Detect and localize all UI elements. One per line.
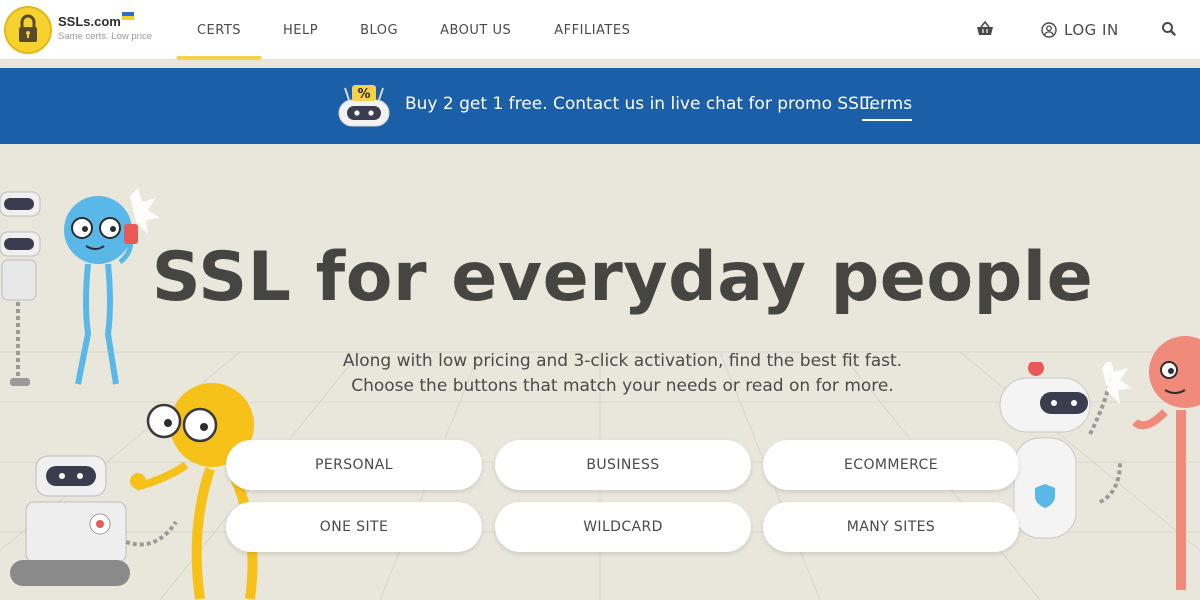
hero-subtitle-line-1: Along with low pricing and 3-click activ… — [342, 351, 903, 371]
many-sites-button[interactable]: MANY SITES — [763, 502, 1019, 552]
svg-text:%: % — [357, 87, 370, 102]
red-character-illustration — [1132, 336, 1200, 590]
user-icon — [1041, 22, 1057, 38]
percent-robot-icon: % — [335, 82, 393, 130]
nav-item-help[interactable]: HELP — [283, 0, 318, 60]
site-header: SSLs.com Same certs. Low price CERTS HEL… — [0, 0, 1200, 60]
wildcard-button[interactable]: WILDCARD — [495, 502, 751, 552]
padlock-logo-icon — [4, 6, 52, 54]
promo-text: Buy 2 get 1 free. Contact us in live cha… — [405, 94, 874, 114]
search-icon[interactable] — [1159, 19, 1179, 39]
logo-tagline: Same certs. Low price — [58, 31, 152, 42]
nav-item-affiliates[interactable]: AFFILIATES — [554, 0, 630, 60]
main-nav: CERTS HELP BLOG ABOUT US AFFILIATES — [177, 0, 630, 60]
nav-item-blog[interactable]: BLOG — [360, 0, 398, 60]
nav-item-certs[interactable]: CERTS — [177, 0, 261, 60]
hero-subtitle-line-2: Choose the buttons that match your needs… — [351, 376, 894, 396]
hero-section: SSL for everyday people Along with low p… — [0, 152, 1200, 600]
site-logo[interactable]: SSLs.com Same certs. Low price — [4, 6, 174, 54]
login-button[interactable]: LOG IN — [1041, 0, 1119, 60]
robot-left-bottom-illustration — [10, 455, 178, 586]
login-label: LOG IN — [1064, 21, 1119, 39]
ukraine-flag-icon — [122, 12, 134, 20]
logo-name: SSLs.com — [58, 14, 121, 29]
business-button[interactable]: BUSINESS — [495, 440, 751, 490]
promo-banner: % Buy 2 get 1 free. Contact us in live c… — [0, 68, 1200, 144]
ecommerce-button[interactable]: ECOMMERCE — [763, 440, 1019, 490]
basket-icon[interactable] — [975, 19, 995, 39]
terms-link[interactable]: Terms — [862, 94, 913, 121]
hero-title: SSL for everyday people — [151, 238, 1094, 317]
personal-button[interactable]: PERSONAL — [226, 440, 482, 490]
one-site-button[interactable]: ONE SITE — [226, 502, 482, 552]
nav-item-about-us[interactable]: ABOUT US — [440, 0, 511, 60]
